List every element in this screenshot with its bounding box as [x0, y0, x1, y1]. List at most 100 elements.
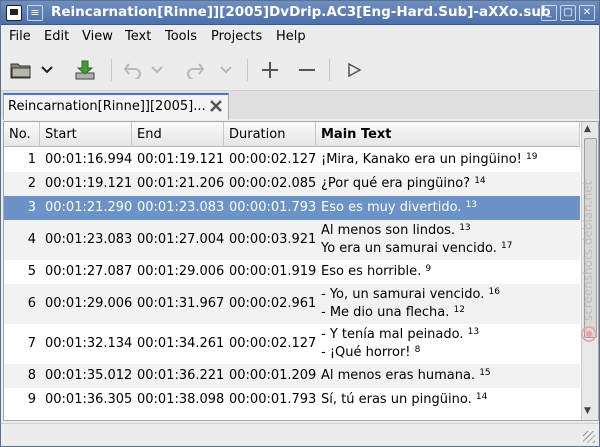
close-window-icon[interactable]: ✕ [579, 5, 595, 21]
cell-start: 00:01:21.290 [45, 200, 133, 215]
character-count: 13 [467, 327, 480, 337]
character-count: 13 [459, 223, 471, 233]
character-count: 15 [479, 368, 491, 378]
tab-bar: Reincarnation[Rinne]][2005]... [1, 91, 599, 120]
subtitle-line: - Yo, un samurai vencido. [321, 287, 489, 302]
cell-main-text: Al menos eras humana. 15 [321, 368, 491, 383]
cell-main-text: Yo era un samurai vencido. 17 [321, 241, 512, 256]
menu-projects[interactable]: Projects [211, 29, 262, 44]
character-count: 12 [453, 305, 465, 315]
cell-end: 00:01:31.967 [137, 296, 225, 311]
cell-main-text: ¿Por qué era pingüino? 14 [321, 176, 486, 191]
cell-duration: 00:00:02.961 [229, 296, 317, 311]
table-row[interactable]: 1 00:01:16.994 00:01:19.121 00:00:02.127 ¡Mi… [4, 148, 580, 172]
remove-icon[interactable] [294, 57, 320, 83]
add-icon[interactable] [257, 57, 283, 83]
cell-end: 00:01:23.083 [137, 200, 225, 215]
status-bar [1, 423, 599, 446]
cell-start: 00:01:23.083 [45, 232, 133, 247]
menu-file[interactable]: File [9, 29, 31, 44]
cell-start: 00:01:29.006 [45, 296, 133, 311]
cell-number: 9 [27, 392, 36, 407]
resize-grip[interactable] [583, 431, 595, 443]
cell-duration: 00:00:02.127 [229, 336, 317, 351]
dropdown-arrow-icon[interactable] [39, 57, 55, 83]
table-row[interactable]: 7 00:01:32.134 00:01:34.261 00:00:02.127 - Y… [4, 324, 580, 364]
cell-number: 2 [27, 176, 36, 191]
cell-number: 3 [27, 200, 36, 215]
maximize-icon[interactable]: □ [560, 5, 576, 21]
redo-dropdown-icon[interactable] [218, 57, 234, 83]
cell-start: 00:01:19.121 [45, 176, 133, 191]
character-count: 14 [474, 176, 486, 186]
subtitle-line: - Y tenía mal peinado. [321, 327, 468, 342]
cell-start: 00:01:27.087 [45, 264, 133, 279]
cell-end: 00:01:27.004 [137, 232, 225, 247]
column-header-no[interactable]: No. [4, 122, 40, 147]
undo-icon[interactable] [120, 57, 146, 83]
watermark-text: screenshots.debian.net [581, 180, 595, 321]
table-row[interactable]: 3 00:01:21.290 00:01:23.083 00:00:01.793 Eso… [4, 196, 580, 220]
redo-icon[interactable] [182, 57, 208, 83]
subtitle-line: Al menos eras humana. [321, 368, 480, 383]
cell-number: 6 [27, 296, 36, 311]
cell-number: 8 [27, 368, 36, 383]
character-count: 17 [500, 241, 513, 251]
cell-main-text: Eso es muy divertido. 13 [321, 200, 477, 215]
subtitle-line: Yo era un samurai vencido. [321, 241, 501, 256]
cell-duration: 00:00:01.209 [229, 368, 317, 383]
toolbar-separator [329, 59, 330, 81]
table-row[interactable]: 6 00:01:29.006 00:01:31.967 00:00:02.961 - Y… [4, 284, 580, 324]
cell-duration: 00:00:03.921 [229, 232, 317, 247]
table-row[interactable]: 8 00:01:35.012 00:01:36.221 00:00:01.209 Al … [4, 364, 580, 388]
menu-edit[interactable]: Edit [44, 29, 69, 44]
subtitle-line: - Me dio una flecha. [321, 305, 454, 320]
toolbar [1, 49, 599, 91]
column-header-end[interactable]: End [132, 122, 224, 147]
tab-document[interactable]: Reincarnation[Rinne]][2005]... [3, 93, 229, 120]
table-row[interactable]: 4 00:01:23.083 00:01:27.004 00:00:03.921 Al … [4, 220, 580, 260]
subtitle-line: Eso es horrible. [321, 264, 426, 279]
menu-text[interactable]: Text [125, 29, 151, 44]
table-row[interactable]: 9 00:01:36.305 00:01:38.098 00:00:01.793 Sí,… [4, 388, 580, 412]
menu-tools[interactable]: Tools [165, 29, 197, 44]
table-row[interactable]: 5 00:01:27.087 00:01:29.006 00:00:01.919 Eso… [4, 260, 580, 284]
subtitle-line: Al menos son lindos. [321, 223, 460, 238]
table-row[interactable]: 2 00:01:19.121 00:01:21.206 00:00:02.085 ¿Po… [4, 172, 580, 196]
subtitle-line: ¡Mira, Kanako era un pingüino! [321, 152, 527, 167]
menu-bar: File Edit View Text Tools Projects Help [1, 25, 599, 49]
cell-main-text: Al menos son lindos. 13 [321, 223, 471, 238]
cell-start: 00:01:16.994 [45, 152, 133, 167]
subtitle-line: - ¡Qué horror! [321, 345, 415, 360]
subtitle-line: Sí, tú eras un pingüino. [321, 392, 476, 407]
cell-end: 00:01:29.006 [137, 264, 225, 279]
minimize-icon[interactable]: _ [541, 5, 557, 21]
cell-end: 00:01:19.121 [137, 152, 225, 167]
undo-dropdown-icon[interactable] [149, 57, 165, 83]
cell-end: 00:01:21.206 [137, 176, 225, 191]
character-count: 9 [425, 264, 432, 274]
cell-end: 00:01:38.098 [137, 392, 225, 407]
menu-help[interactable]: Help [276, 29, 306, 44]
toolbar-separator [111, 59, 112, 81]
menu-view[interactable]: View [82, 29, 113, 44]
window-menu-icon[interactable]: ≡ [27, 5, 43, 21]
cell-duration: 00:00:02.085 [229, 176, 317, 191]
app-window: ≡ Reincarnation[Rinne]][2005]DvDrip.AC3[… [0, 0, 600, 447]
cell-end: 00:01:36.221 [137, 368, 225, 383]
subtitle-table: No. Start End Duration Main Text 1 00:01:… [3, 121, 599, 421]
window-title: Reincarnation[Rinne]][2005]DvDrip.AC3[En… [51, 4, 551, 20]
column-header-start[interactable]: Start [40, 122, 132, 147]
title-bar: ≡ Reincarnation[Rinne]][2005]DvDrip.AC3[… [1, 1, 599, 25]
table-header: No. Start End Duration Main Text [4, 122, 580, 147]
cell-duration: 00:00:01.793 [229, 200, 317, 215]
close-tab-icon[interactable] [208, 98, 224, 114]
column-header-main-text[interactable]: Main Text [316, 122, 580, 147]
subtitle-line: ¿Por qué era pingüino? [321, 176, 475, 191]
open-folder-icon[interactable] [8, 57, 34, 83]
column-header-duration[interactable]: Duration [224, 122, 316, 147]
scroll-down-icon[interactable]: ▼ [584, 406, 591, 416]
character-count: 19 [526, 152, 538, 162]
save-download-icon[interactable] [72, 57, 98, 83]
play-icon[interactable] [341, 57, 367, 83]
